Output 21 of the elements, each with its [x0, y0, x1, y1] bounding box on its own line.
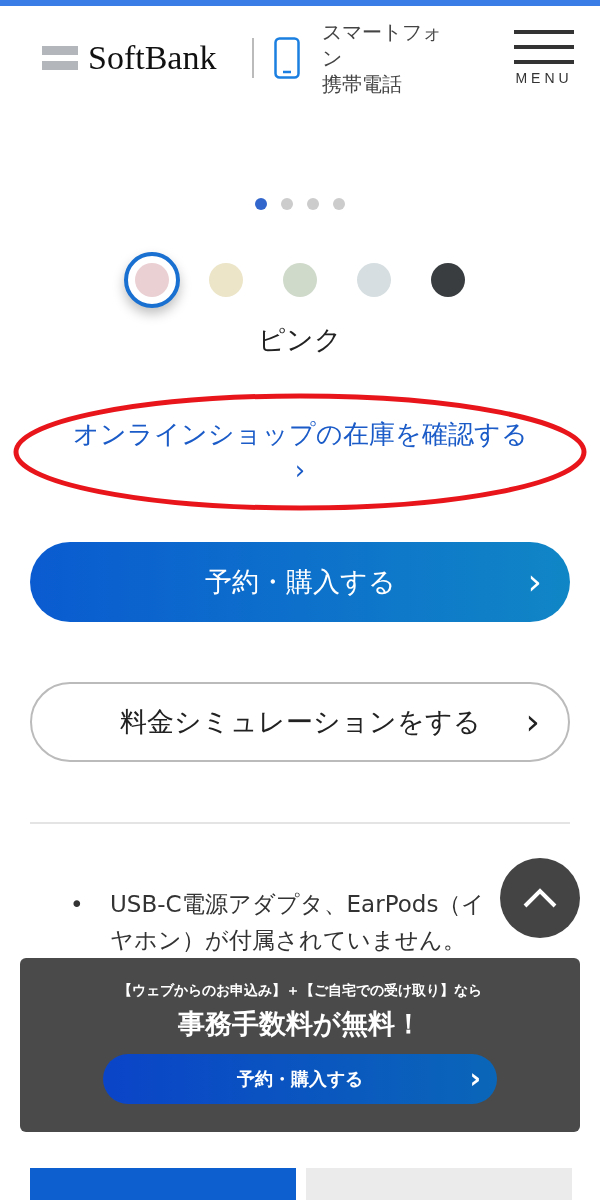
color-swatch[interactable] [124, 252, 180, 308]
category-label: スマートフォン [322, 19, 444, 71]
menu-button[interactable]: MENU [514, 30, 574, 86]
promo-headline: 事務手数料が無料！ [178, 1007, 422, 1041]
category-label: 携帯電話 [322, 71, 404, 97]
tab[interactable] [30, 1168, 296, 1200]
note-text: USB-C電源アダプタ、EarPods（イヤホン）が付属されていません。 [110, 890, 487, 955]
carousel-dot[interactable] [281, 198, 293, 210]
chevron-up-icon [523, 888, 557, 908]
carousel-dot[interactable] [333, 198, 345, 210]
promo-caption: 【ウェブからのお申込み】＋【ご自宅での受け取り】なら [118, 982, 482, 1000]
logo-icon [42, 44, 78, 72]
carousel-dot[interactable] [307, 198, 319, 210]
purchase-button[interactable]: 予約・購入する › [30, 542, 570, 622]
smartphone-icon [274, 37, 301, 79]
bullet-mark: • [70, 890, 82, 919]
logo-text[interactable]: SoftBank [88, 39, 217, 77]
carousel-dot[interactable] [255, 198, 267, 210]
color-name: ピンク [257, 323, 343, 357]
simulation-button[interactable]: 料金シミュレーションをする › [30, 682, 570, 762]
purchase-button[interactable]: 予約・購入する › [103, 1054, 497, 1104]
